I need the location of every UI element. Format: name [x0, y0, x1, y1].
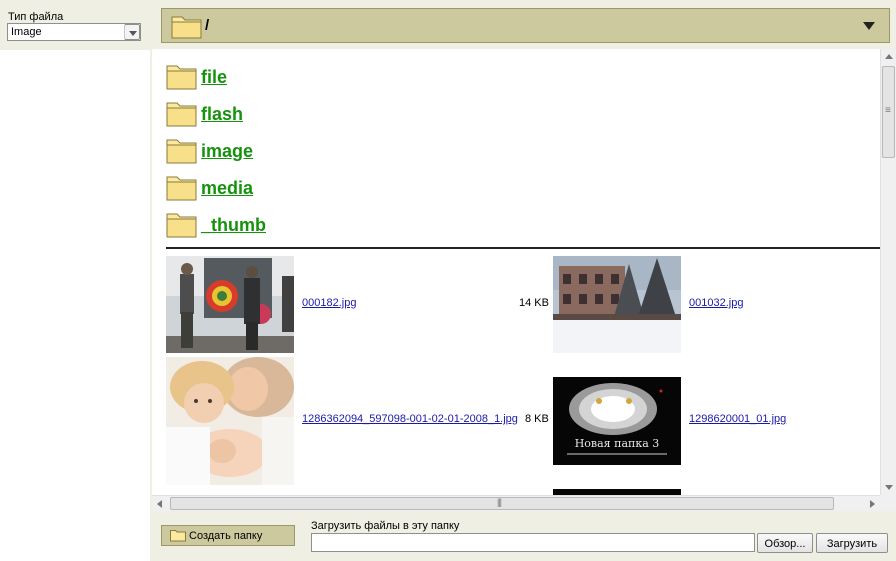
file-item[interactable]: 000182.jpg 14 KB: [166, 256, 550, 353]
file-thumbnail[interactable]: Новая папка 3: [553, 377, 681, 465]
file-name-link[interactable]: 001032.jpg: [689, 297, 743, 309]
file-type-label: Тип файла: [8, 11, 64, 23]
folder-icon: [166, 100, 198, 130]
file-name-link[interactable]: 1298620001_01.jpg: [689, 413, 786, 425]
scroll-left-icon[interactable]: [152, 496, 168, 512]
folder-icon: [166, 211, 198, 241]
upload-button[interactable]: Загрузить: [816, 533, 888, 553]
scroll-thumb[interactable]: [882, 66, 895, 158]
scroll-down-icon[interactable]: [881, 479, 896, 495]
create-folder-button[interactable]: Создать папку: [161, 525, 295, 546]
file-item[interactable]: 1286362094_597098-001-02-01-2008_1.jpg 8…: [166, 357, 550, 485]
upload-file-input[interactable]: [311, 533, 755, 552]
file-thumbnail[interactable]: [166, 357, 294, 485]
file-thumbnail[interactable]: [166, 256, 294, 353]
folder-link[interactable]: flash: [201, 104, 243, 125]
left-pane-body: [0, 50, 150, 561]
scroll-up-icon[interactable]: [881, 49, 896, 65]
scroll-right-icon[interactable]: [864, 496, 880, 512]
file-type-value: Image: [11, 26, 42, 38]
upload-label: Загрузить файлы в эту папку: [311, 520, 460, 532]
create-folder-label: Создать папку: [189, 530, 263, 542]
left-pane: Тип файла Image: [0, 0, 150, 561]
folder-link[interactable]: file: [201, 67, 227, 88]
file-name-link[interactable]: 000182.jpg: [302, 297, 356, 309]
folder-icon: [171, 13, 203, 42]
folder-link[interactable]: image: [201, 141, 253, 162]
thumbnail-caption: Новая папка 3: [575, 437, 660, 450]
folder-icon: [166, 137, 198, 167]
chevron-down-icon[interactable]: [124, 24, 140, 40]
file-size: 14 KB: [519, 297, 549, 309]
file-type-select[interactable]: Image: [7, 23, 141, 41]
folder-link[interactable]: media: [201, 178, 253, 199]
folder-icon: [166, 63, 198, 93]
folder-icon: [170, 529, 186, 545]
folder-link[interactable]: _thumb: [201, 215, 266, 236]
file-item[interactable]: 001032.jpg: [553, 256, 896, 353]
folder-icon: [166, 174, 198, 204]
file-thumbnail[interactable]: [553, 256, 681, 353]
path-bar[interactable]: /: [161, 8, 890, 43]
file-browser: file flash image media _thumb 000182.jpg…: [152, 49, 896, 511]
browse-button[interactable]: Обзор...: [757, 533, 813, 553]
horizontal-scrollbar[interactable]: [152, 495, 880, 511]
file-item[interactable]: Новая папка 3 1298620001_01.jpg: [553, 357, 896, 485]
file-name-link[interactable]: 1286362094_597098-001-02-01-2008_1.jpg: [302, 413, 518, 425]
scroll-thumb[interactable]: [170, 497, 834, 510]
file-size: 8 KB: [525, 413, 549, 425]
current-path: /: [205, 17, 210, 34]
divider: [166, 247, 880, 249]
dropdown-arrow-icon[interactable]: [863, 22, 875, 30]
scroll-corner: [880, 495, 896, 511]
vertical-scrollbar[interactable]: [880, 49, 896, 495]
